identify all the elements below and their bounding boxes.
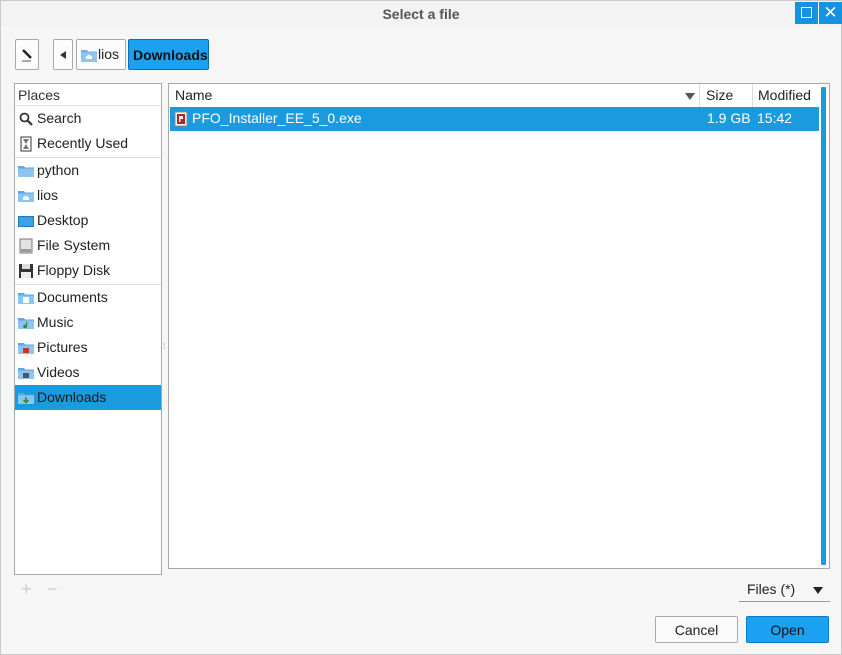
breadcrumb-lios[interactable]: lios [76,39,126,70]
sidebar-item-recently-used[interactable]: Recently Used [15,131,161,156]
desktop-icon [18,216,34,227]
pencil-icon [22,49,32,62]
column-header-label: Name [175,87,213,103]
recent-icon [20,136,32,152]
documents-folder-icon [18,293,34,304]
home-folder-icon [81,50,97,62]
file-row[interactable]: PFO_Installer_EE_5_0.exe 1.9 GB 15:42 [170,107,819,131]
sidebar-item-label: lios [37,187,59,203]
sidebar-item-pictures[interactable]: Pictures [15,335,161,360]
file-list: Name Size Modified PFO_Installer_EE_5_0.… [168,83,830,569]
sidebar-item-documents[interactable]: Documents [15,285,161,310]
sidebar-item-lios[interactable]: lios [15,183,161,208]
file-name: PFO_Installer_EE_5_0.exe [192,110,362,126]
file-size: 1.9 GB [707,110,751,126]
column-header-label: Modified [758,87,811,103]
sidebar-item-python[interactable]: python [15,158,161,183]
sort-descending-icon [685,93,695,100]
sidebar-item-label: Desktop [37,212,89,228]
sidebar-item-file-system[interactable]: File System [15,233,161,258]
file-type-filter-dropdown[interactable]: Files (*) [739,577,830,602]
sidebar-item-label: File System [37,237,111,253]
sidebar-item-label: Pictures [37,339,88,355]
sidebar-item-label: python [37,162,80,178]
filter-label: Files (*) [747,581,796,597]
breadcrumb-label: lios [98,46,120,62]
path-back-button[interactable] [53,39,73,70]
column-header-label: Size [706,87,734,103]
search-icon [19,112,33,126]
dropdown-underline [739,601,830,602]
floppy-icon [19,264,33,278]
sidebar-item-label: Floppy Disk [37,262,111,278]
pictures-folder-icon [18,343,34,354]
file-chooser-dialog: Select a file ✕ lios Downloads Places Se… [0,0,842,655]
chevron-down-icon [813,587,823,594]
downloads-folder-icon [18,393,34,404]
vertical-scrollbar[interactable] [821,87,826,565]
maximize-button[interactable] [795,2,818,24]
title-bar: Select a file ✕ [1,1,842,27]
window-title: Select a file [382,6,460,22]
column-header-name[interactable]: Name [169,84,700,107]
file-modified: 15:42 [757,110,793,126]
sidebar-item-floppy-disk[interactable]: Floppy Disk [15,258,161,283]
close-icon: ✕ [823,3,838,22]
sidebar-item-desktop[interactable]: Desktop [15,208,161,233]
sidebar-item-label: Search [37,110,82,126]
sidebar-item-search[interactable]: Search [15,106,161,131]
places-header: Places [15,84,161,106]
close-button[interactable]: ✕ [819,2,842,24]
sidebar-item-label: Recently Used [37,135,129,151]
places-sidebar: Places Search Recently Used python lios … [14,83,162,575]
drive-icon [19,238,33,254]
sidebar-item-music[interactable]: Music [15,310,161,335]
add-bookmark-button[interactable]: + [21,579,32,600]
sidebar-item-label: Downloads [37,389,107,405]
sidebar-item-label: Videos [37,364,80,380]
cancel-button[interactable]: Cancel [655,616,738,643]
open-button[interactable]: Open [746,616,829,643]
breadcrumb-downloads[interactable]: Downloads [128,39,209,70]
exe-file-icon [174,111,188,127]
column-header-modified[interactable]: Modified [754,84,820,107]
sidebar-item-downloads[interactable]: Downloads [15,385,161,410]
sidebar-item-videos[interactable]: Videos [15,360,161,385]
folder-icon [18,166,34,177]
maximize-icon [801,7,812,18]
music-folder-icon [18,318,34,329]
column-header-size[interactable]: Size [701,84,753,107]
remove-bookmark-button[interactable]: − [47,579,58,600]
videos-folder-icon [18,368,34,379]
sidebar-item-label: Music [37,314,74,330]
chevron-left-icon [60,51,66,59]
home-folder-icon [18,191,34,202]
sidebar-item-label: Documents [37,289,108,305]
pane-resize-handle[interactable]: ⁞ [163,341,166,351]
breadcrumb-label: Downloads [133,47,208,63]
type-location-button[interactable] [15,39,39,70]
